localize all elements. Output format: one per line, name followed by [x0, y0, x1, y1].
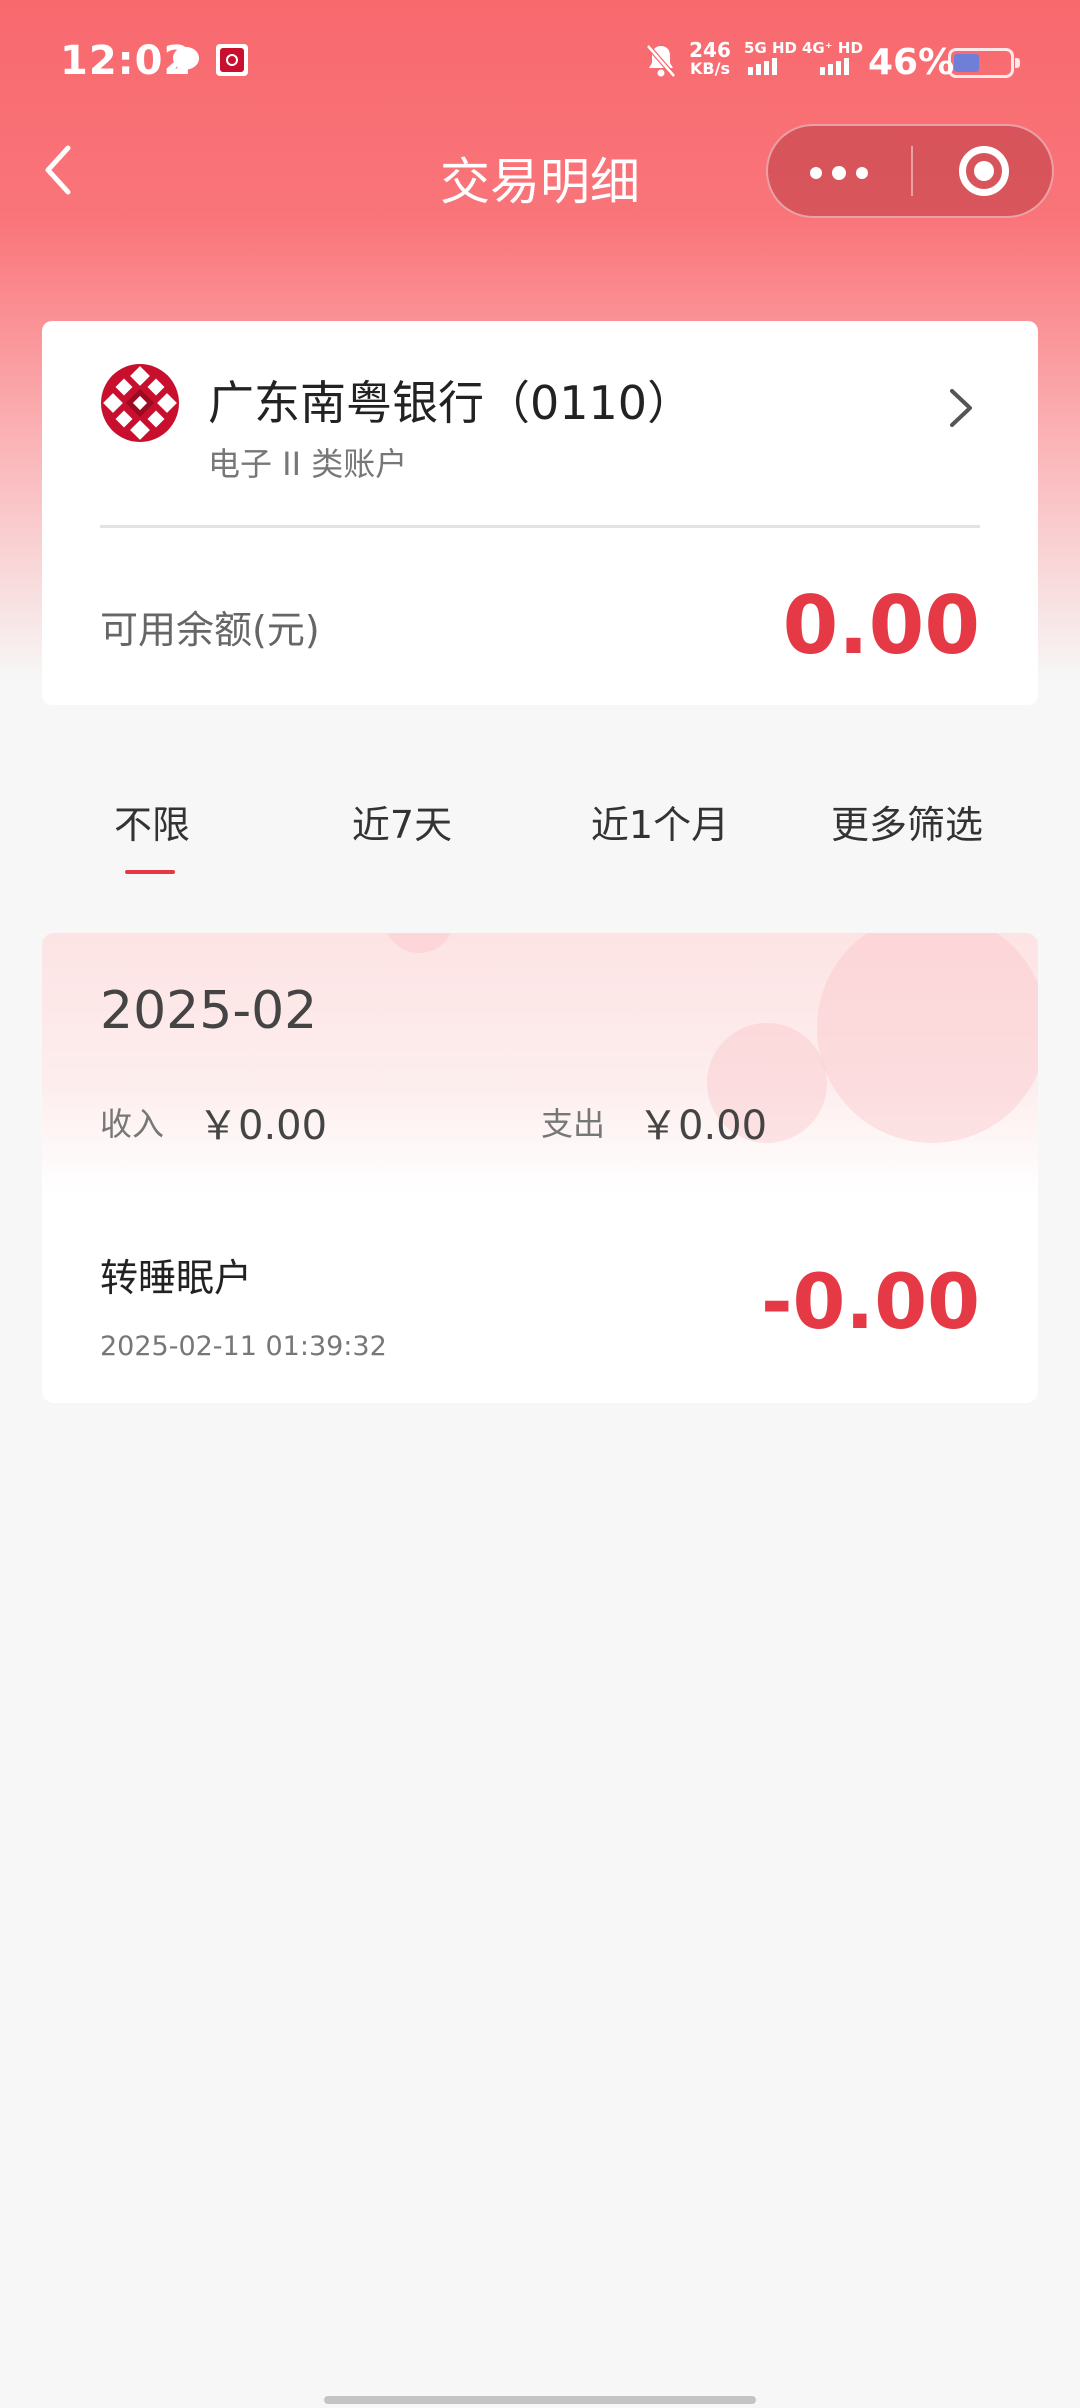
income-label: 收入	[100, 1105, 165, 1143]
transaction-amount: -0.00	[760, 1257, 980, 1346]
nav-bar: 交易明细	[0, 120, 1080, 230]
account-type: 电子 II 类账户	[208, 445, 408, 483]
expense-label: 支出	[541, 1105, 606, 1143]
bank-logo-icon	[101, 364, 179, 442]
tab-label: 近7天	[351, 803, 453, 847]
transactions-card: 2025-02 收入 ￥0.00 支出 ￥0.00 转睡眠户 2025-02-1…	[42, 933, 1038, 1403]
account-card[interactable]: 广东南粤银行（0110） 电子 II 类账户 可用余额(元) 0.00	[42, 321, 1038, 705]
balance-value: 0.00	[782, 579, 980, 672]
card-divider	[100, 525, 980, 528]
signal-4g-icon	[820, 58, 849, 75]
network-speed: 246 KB/s	[686, 40, 734, 78]
network-speed-unit: KB/s	[690, 59, 730, 78]
tab-label: 更多筛选	[830, 803, 983, 847]
bank-app-notification-icon	[216, 44, 248, 76]
status-bar: 12:02 246 KB/s 5G HD 4G⁺ HD 46%	[0, 0, 1080, 120]
more-dot-icon	[810, 167, 822, 179]
transaction-row[interactable]: 转睡眠户 2025-02-11 01:39:32 -0.00	[42, 1183, 1038, 1383]
more-options-button[interactable]	[768, 126, 908, 216]
expense-value: ￥0.00	[638, 1103, 768, 1149]
tab-label: 近1个月	[590, 803, 730, 847]
tab-last-1-month[interactable]: 近1个月	[550, 794, 770, 849]
close-mini-program-button[interactable]	[914, 126, 1054, 216]
battery-icon	[948, 48, 1020, 78]
mini-program-capsule	[766, 124, 1054, 218]
home-indicator[interactable]	[324, 2396, 756, 2404]
bank-name: 广东南粤银行（0110）	[208, 376, 694, 430]
battery-fill	[954, 54, 979, 72]
tab-last-7-days[interactable]: 近7天	[292, 794, 512, 849]
tab-more-filters[interactable]: 更多筛选	[797, 794, 1017, 849]
network-5g-label: 5G HD	[744, 39, 797, 57]
signal-5g-icon	[748, 58, 777, 75]
more-dot-icon	[832, 166, 846, 180]
transaction-title: 转睡眠户	[100, 1256, 253, 1300]
month-label: 2025-02	[100, 981, 318, 1041]
tab-unlimited[interactable]: 不限	[42, 794, 262, 874]
network-speed-value: 246	[689, 38, 731, 62]
filter-tabs: 不限 近7天 近1个月 更多筛选	[42, 770, 1038, 874]
battery-percent: 46%	[868, 42, 955, 83]
more-dot-icon	[856, 167, 868, 179]
message-icon	[173, 47, 199, 72]
network-4g-label: 4G⁺ HD	[802, 39, 863, 57]
tab-active-indicator	[125, 870, 175, 874]
chevron-right-icon[interactable]	[942, 383, 978, 433]
tab-label: 不限	[113, 803, 190, 847]
transaction-time: 2025-02-11 01:39:32	[100, 1331, 387, 1362]
mute-bell-icon	[646, 44, 676, 78]
income-value: ￥0.00	[198, 1103, 328, 1149]
balance-label: 可用余额(元)	[100, 608, 320, 652]
capsule-divider	[911, 146, 913, 196]
